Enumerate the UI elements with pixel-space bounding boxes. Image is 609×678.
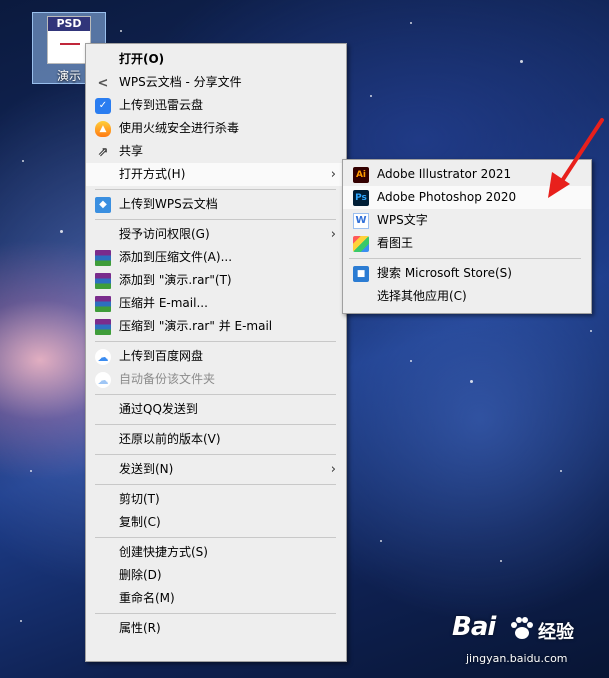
menu-item-rename[interactable]: 重命名(M) [86, 587, 346, 610]
watermark-logo: Bai [452, 612, 496, 642]
menu-item-send-to[interactable]: 发送到(N) › [86, 458, 346, 481]
menu-item-copy[interactable]: 复制(C) [86, 511, 346, 534]
menu-item-label: 打开(O) [119, 52, 165, 66]
menu-item-label: 上传到百度网盘 [119, 349, 204, 363]
share-nodes-icon: < [97, 75, 109, 91]
watermark-url: jingyan.baidu.com [466, 652, 568, 665]
menu-item-label: 上传到WPS云文档 [119, 197, 218, 211]
menu-item-label: 通过QQ发送到 [119, 402, 198, 416]
menu-item-upload-baidu[interactable]: ☁ 上传到百度网盘 [86, 345, 346, 368]
menu-separator [95, 454, 336, 455]
menu-item-label: 共享 [119, 144, 144, 158]
photoshop-icon: Ps [353, 190, 369, 206]
menu-item-huorong-scan[interactable]: ▲ 使用火绒安全进行杀毒 [86, 117, 346, 140]
menu-separator [95, 484, 336, 485]
baidu-paw-icon [511, 617, 533, 639]
menu-item-label: 上传到迅雷云盘 [119, 98, 204, 112]
menu-separator [95, 613, 336, 614]
submenu-item-illustrator[interactable]: Ai Adobe Illustrator 2021 [343, 163, 591, 186]
submenu-item-image-viewer[interactable]: 看图王 [343, 232, 591, 255]
menu-item-add-to-archive[interactable]: 添加到压缩文件(A)... [86, 246, 346, 269]
submenu-item-search-store[interactable]: ■ 搜索 Microsoft Store(S) [343, 262, 591, 285]
menu-item-label: 添加到 "演示.rar"(T) [119, 273, 232, 287]
menu-item-send-qq[interactable]: 通过QQ发送到 [86, 398, 346, 421]
menu-item-restore-versions[interactable]: 还原以前的版本(V) [86, 428, 346, 451]
menu-item-compress-email[interactable]: 压缩并 E-mail... [86, 292, 346, 315]
submenu-item-wps-writer[interactable]: W WPS文字 [343, 209, 591, 232]
menu-separator [95, 394, 336, 395]
menu-separator [349, 258, 581, 259]
menu-item-compress-rar-email[interactable]: 压缩到 "演示.rar" 并 E-mail [86, 315, 346, 338]
microsoft-store-icon: ■ [353, 266, 369, 282]
menu-separator [95, 189, 336, 190]
menu-item-create-shortcut[interactable]: 创建快捷方式(S) [86, 541, 346, 564]
menu-item-wps-share[interactable]: < WPS云文档 - 分享文件 [86, 71, 346, 94]
menu-item-label: 删除(D) [119, 568, 162, 582]
menu-item-open[interactable]: 打开(O) [86, 48, 346, 71]
baidu-netdisk-icon: ☁ [95, 372, 111, 388]
context-menu: 打开(O) < WPS云文档 - 分享文件 ✓ 上传到迅雷云盘 ▲ 使用火绒安全… [85, 43, 347, 662]
menu-item-label: 剪切(T) [119, 492, 160, 506]
menu-item-properties[interactable]: 属性(R) [86, 617, 346, 640]
menu-item-delete[interactable]: 删除(D) [86, 564, 346, 587]
menu-item-label: 发送到(N) [119, 462, 174, 476]
menu-item-label: 授予访问权限(G) [119, 227, 210, 241]
menu-item-label: 复制(C) [119, 515, 161, 529]
submenu-item-label: 选择其他应用(C) [377, 289, 467, 303]
chevron-right-icon: › [330, 462, 336, 477]
menu-separator [95, 341, 336, 342]
menu-item-label: 自动备份该文件夹 [119, 372, 216, 386]
image-viewer-icon [353, 236, 369, 252]
menu-item-label: 重命名(M) [119, 591, 175, 605]
menu-item-label: 压缩并 E-mail... [119, 296, 208, 310]
baidu-jingyan-watermark: Bai 经验 jingyan.baidu.com [452, 612, 602, 672]
menu-item-add-to-rar[interactable]: 添加到 "演示.rar"(T) [86, 269, 346, 292]
menu-item-upload-wps-cloud[interactable]: ◆ 上传到WPS云文档 [86, 193, 346, 216]
chevron-right-icon: › [330, 227, 336, 242]
menu-item-grant-access[interactable]: 授予访问权限(G) › [86, 223, 346, 246]
menu-item-open-with[interactable]: 打开方式(H) › [86, 163, 346, 186]
menu-item-share[interactable]: ⇗ 共享 [86, 140, 346, 163]
thumbnail-content [60, 43, 80, 45]
menu-separator [95, 219, 336, 220]
illustrator-icon: Ai [353, 167, 369, 183]
psd-tag: PSD [48, 17, 90, 31]
winrar-icon [95, 250, 111, 266]
menu-item-label: 还原以前的版本(V) [119, 432, 221, 446]
huorong-icon: ▲ [95, 121, 111, 137]
submenu-item-label: WPS文字 [377, 213, 428, 227]
menu-item-cut[interactable]: 剪切(T) [86, 488, 346, 511]
share-icon: ⇗ [97, 144, 109, 160]
open-with-submenu: Ai Adobe Illustrator 2021 Ps Adobe Photo… [342, 159, 592, 314]
menu-item-auto-backup[interactable]: ☁ 自动备份该文件夹 [86, 368, 346, 391]
winrar-icon [95, 319, 111, 335]
menu-item-label: 属性(R) [119, 621, 161, 635]
chevron-right-icon: › [330, 167, 336, 182]
submenu-item-photoshop[interactable]: Ps Adobe Photoshop 2020 [343, 186, 591, 209]
baidu-netdisk-icon: ☁ [95, 349, 111, 365]
menu-item-label: 压缩到 "演示.rar" 并 E-mail [119, 319, 273, 333]
menu-item-label: 添加到压缩文件(A)... [119, 250, 233, 264]
menu-separator [95, 424, 336, 425]
menu-item-upload-xunlei[interactable]: ✓ 上传到迅雷云盘 [86, 94, 346, 117]
menu-item-label: 创建快捷方式(S) [119, 545, 208, 559]
menu-item-label: 使用火绒安全进行杀毒 [119, 121, 240, 135]
wps-writer-icon: W [353, 213, 369, 229]
wps-cloud-icon: ◆ [95, 197, 111, 213]
submenu-item-label: 看图王 [377, 236, 414, 250]
winrar-icon [95, 296, 111, 312]
menu-item-label: 打开方式(H) [119, 167, 186, 181]
menu-item-label: WPS云文档 - 分享文件 [119, 75, 242, 89]
submenu-item-choose-other[interactable]: 选择其他应用(C) [343, 285, 591, 308]
submenu-item-label: 搜索 Microsoft Store(S) [377, 266, 512, 280]
watermark-jingyan: 经验 [538, 622, 574, 643]
xunlei-icon: ✓ [95, 98, 111, 114]
submenu-item-label: Adobe Photoshop 2020 [377, 190, 517, 204]
submenu-item-label: Adobe Illustrator 2021 [377, 167, 512, 181]
menu-separator [95, 537, 336, 538]
winrar-icon [95, 273, 111, 289]
